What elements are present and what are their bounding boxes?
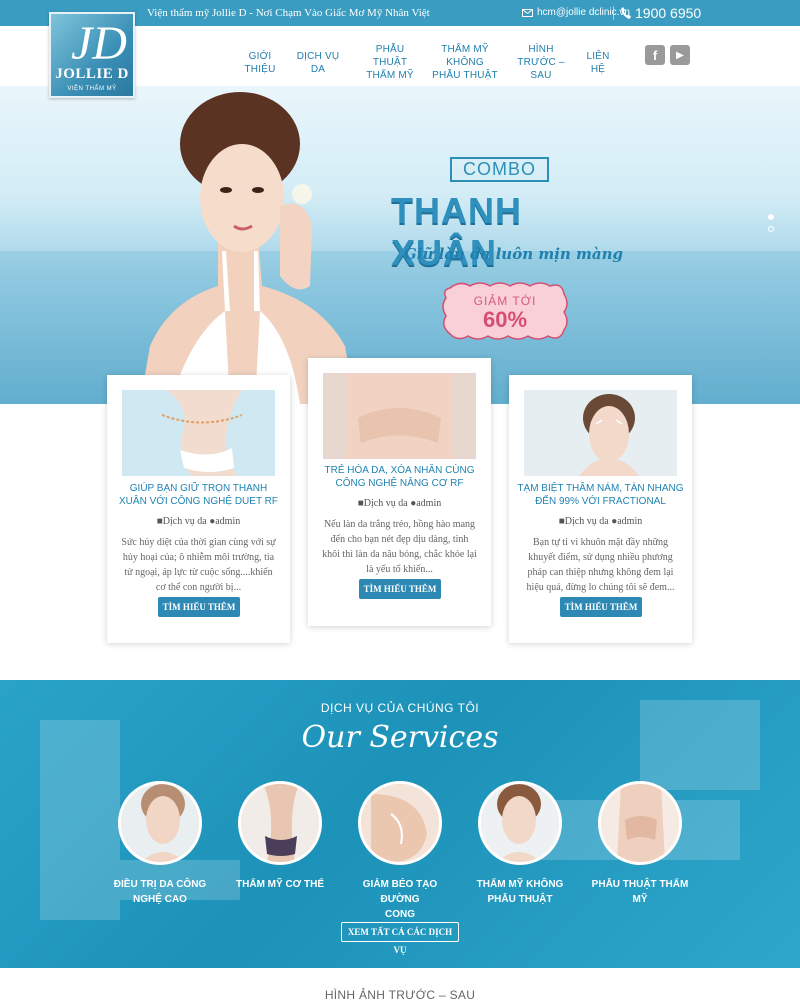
email-text: hcm@jollie dclinic.vn (537, 7, 630, 18)
badge-line2: 60% (482, 307, 528, 332)
read-more-button[interactable]: TÌM HIỂU THÊM (158, 597, 240, 617)
logo-monogram: JD (71, 17, 127, 70)
post-category[interactable]: Dịch vụ da (565, 516, 609, 527)
service-label-line: PHẪU THUẬT (487, 894, 553, 905)
discount-badge: GIẢM TỚI 60% (440, 280, 570, 342)
service-label-line: ĐIỀU TRỊ DA CÔNG (113, 879, 207, 890)
before-after-title: HÌNH ẢNH TRƯỚC – SAU (324, 988, 476, 1000)
post-category[interactable]: Dịch vụ da (364, 498, 408, 509)
service-label[interactable]: GIẢM BÉO TẠO ĐƯỜNG CONG (345, 877, 455, 922)
nav-item-phau-thuat-tham-my[interactable]: PHẪU THUẬT THẨM MỸ (360, 43, 420, 82)
combo-label: COMBO (450, 157, 549, 182)
post-image[interactable] (323, 373, 476, 459)
post-title[interactable]: GIÚP BẠN GIỮ TRỌN THANH XUÂN VỚI CÔNG NG… (115, 482, 282, 508)
post-author[interactable]: admin (617, 516, 642, 527)
services-heading: DỊCH VỤ CỦA CHÚNG TÔI (320, 701, 480, 715)
post-card: TRẺ HÓA DA, XÓA NHĂN CÙNG CÔNG NGHỆ NÂNG… (308, 358, 491, 626)
post-excerpt: Bạn tự ti vì khuôn mặt đầy những khuyết … (526, 537, 675, 593)
service-label-line: THẨM MỸ KHÔNG (476, 879, 564, 890)
post-card: GIÚP BẠN GIỮ TRỌN THANH XUÂN VỚI CÔNG NG… (107, 375, 290, 643)
nav-label: THẨM MỸ KHÔNG (441, 44, 489, 68)
post-author[interactable]: admin (215, 516, 240, 527)
site-logo[interactable]: JD JOLLIE D VIỆN THẨM MỸ (49, 12, 135, 98)
post-meta: ■Dịch vụ da ●admin (308, 498, 491, 509)
nav-item-dich-vu-da[interactable]: DỊCH VỤ DA (291, 50, 345, 76)
service-image[interactable] (118, 781, 202, 865)
slider-dot[interactable] (768, 226, 774, 232)
service-label-line: THẨM MỸ CƠ THỂ (236, 879, 324, 890)
view-all-services-button[interactable]: XEM TẤT CẢ CÁC DỊCH VỤ (341, 922, 459, 955)
model-photo (140, 92, 355, 404)
post-image[interactable] (524, 390, 677, 476)
phone-text: 1900 6950 (635, 5, 702, 21)
nav-label: GIỚI THIỆU (244, 51, 276, 75)
nav-label: PHẪU THUẬT (432, 70, 498, 81)
services-script-title: Our Services (301, 720, 499, 755)
post-meta: ■Dịch vụ da ●admin (509, 516, 692, 527)
post-card: TẠM BIỆT THÂM NÁM, TÀN NHANG ĐẾN 99% VỚI… (509, 375, 692, 643)
nav-item-hinh-truoc-sau[interactable]: HÌNH TRƯỚC – SAU (510, 43, 572, 82)
service-label-line: MỸ (632, 894, 648, 905)
service-image[interactable] (358, 781, 442, 865)
nav-label: TRƯỚC – SAU (517, 57, 565, 81)
topbar-divider (613, 6, 614, 20)
logo-sub: VIỆN THẨM MỸ (67, 86, 117, 92)
read-more-button[interactable]: TÌM HIỂU THÊM (560, 597, 642, 617)
nav-label: HÌNH (528, 44, 554, 55)
facebook-icon[interactable]: f (645, 45, 665, 65)
nav-item-lien-he[interactable]: LIÊN HỆ (578, 50, 618, 76)
post-title[interactable]: TRẺ HÓA DA, XÓA NHĂN CÙNG CÔNG NGHỆ NÂNG… (316, 464, 483, 490)
nav-item-gioi-thieu[interactable]: GIỚI THIỆU (235, 50, 285, 76)
service-label[interactable]: ĐIỀU TRỊ DA CÔNG NGHỆ CAO (105, 877, 215, 907)
envelope-icon (522, 8, 533, 17)
service-label[interactable]: THẨM MỸ KHÔNG PHẪU THUẬT (465, 877, 575, 907)
service-label-line: NGHỆ CAO (133, 894, 187, 905)
post-image[interactable] (122, 390, 275, 476)
post-excerpt: Sức hủy diệt của thời gian cùng với sự h… (121, 537, 276, 593)
badge-line1: GIẢM TỚI (473, 294, 537, 308)
post-category[interactable]: Dịch vụ da (163, 516, 207, 527)
hero-subtitle: Giữ làn da luôn mịn màng (404, 245, 624, 263)
phone-link[interactable]: 1900 6950 (621, 5, 701, 21)
nav-item-tham-my-khong-phau-thuat[interactable]: THẨM MỸ KHÔNG PHẪU THUẬT (427, 43, 503, 82)
nav-label: DỊCH VỤ DA (296, 51, 340, 75)
youtube-icon[interactable]: ▶ (670, 45, 690, 65)
tagline: Viện thẩm mỹ Jollie D - Nơi Chạm Vào Giấ… (147, 7, 430, 19)
slider-dot-active[interactable] (768, 214, 774, 220)
post-author[interactable]: admin (416, 498, 441, 509)
nav-label: LIÊN HỆ (586, 51, 610, 75)
hero-banner[interactable]: COMBO THANH XUÂN Giữ làn da luôn mịn màn… (0, 86, 800, 404)
read-more-button[interactable]: TÌM HIỂU THÊM (359, 579, 441, 599)
post-excerpt: Nếu làn da trắng trẻo, hồng hào mang đến… (322, 519, 477, 575)
service-image[interactable] (238, 781, 322, 865)
service-label-line: CONG (385, 909, 415, 920)
service-image[interactable] (478, 781, 562, 865)
services-section: DỊCH VỤ CỦA CHÚNG TÔI Our Services ĐIỀU … (0, 680, 800, 968)
service-label-line: GIẢM BÉO TẠO ĐƯỜNG (362, 879, 438, 905)
post-title[interactable]: TẠM BIỆT THÂM NÁM, TÀN NHANG ĐẾN 99% VỚI… (517, 482, 684, 508)
phone-icon (621, 7, 631, 19)
logo-name: JOLLIE D (55, 66, 129, 82)
service-image[interactable] (598, 781, 682, 865)
nav-label: THẨM MỸ (366, 70, 414, 81)
service-label[interactable]: PHẪU THUẬT THẨM MỸ (585, 877, 695, 907)
service-label[interactable]: THẨM MỸ CƠ THỂ (225, 877, 335, 892)
service-label-line: PHẪU THUẬT THẨM (591, 879, 689, 890)
post-meta: ■Dịch vụ da ●admin (107, 516, 290, 527)
nav-label: PHẪU THUẬT (372, 44, 408, 68)
